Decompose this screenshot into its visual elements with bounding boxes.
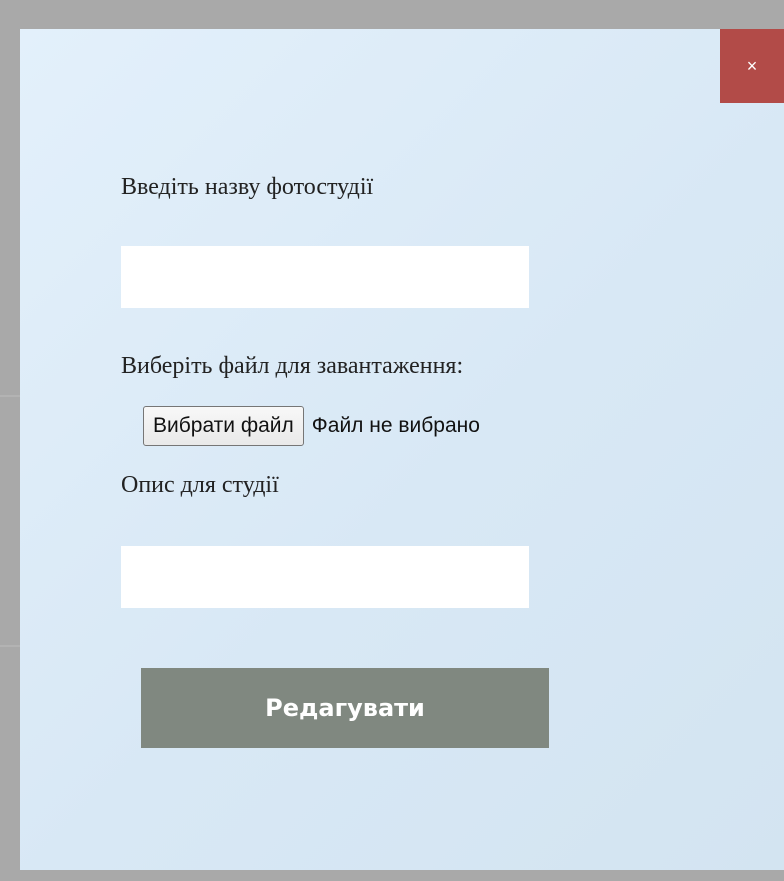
- close-button[interactable]: ×: [720, 29, 784, 103]
- background-divider: [0, 395, 20, 397]
- studio-name-input[interactable]: [121, 246, 529, 308]
- choose-file-button[interactable]: Вибрати файл: [143, 406, 304, 446]
- background-divider: [0, 645, 20, 647]
- description-input[interactable]: [121, 546, 529, 608]
- file-picker: Вибрати файл Файл не вибрано: [143, 404, 480, 448]
- file-upload-label: Виберіть файл для завантаження:: [121, 353, 464, 379]
- close-icon[interactable]: ×: [747, 56, 758, 77]
- edit-studio-modal: × Введіть назву фотостудії Виберіть файл…: [20, 29, 784, 870]
- description-label: Опис для студії: [121, 472, 279, 498]
- studio-name-label: Введіть назву фотостудії: [121, 174, 374, 200]
- file-status-text: Файл не вибрано: [311, 414, 480, 437]
- edit-submit-button[interactable]: Редагувати: [141, 668, 549, 748]
